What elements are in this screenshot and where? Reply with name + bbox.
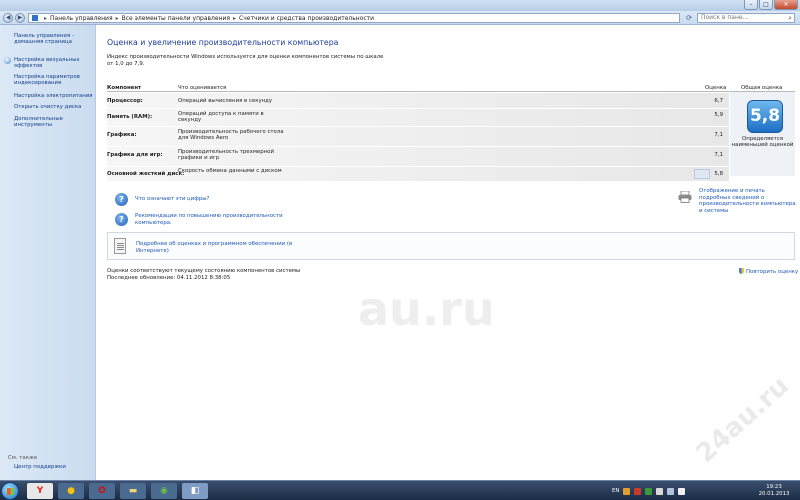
start-button[interactable] [1,482,19,500]
watermark-logo-icon: au.ru [358,282,495,336]
main-content: au.ru Оценка и увеличение производительн… [96,25,800,480]
sidebar-link-power[interactable]: Настройка электропитания [14,93,94,99]
flag-icon[interactable] [678,487,686,495]
sidebar-link-visual-effects[interactable]: Настройка визуальных эффектов [14,57,94,70]
header-score: Оценка [705,85,727,91]
maximize-button[interactable]: □ [759,0,773,10]
back-button[interactable]: ◀ [3,13,13,23]
row-divider [107,126,729,127]
breadcrumb-separator-icon: ▸ [233,14,237,22]
sidebar-link-disk-cleanup[interactable]: Открыть очистку диска [14,104,94,110]
row-what: Производительность трехмерной графики и … [178,149,274,162]
watermark-logo-icon: 24au.ru [690,370,795,470]
see-also-heading: См. также [8,455,38,461]
search-input[interactable] [701,14,783,21]
online-info-link[interactable]: Подробнее об оценках и программном обесп… [136,241,296,254]
header-what: Что оценивается [178,85,227,91]
row-score: 7,1 [714,132,723,138]
rerun-assessment-link[interactable]: Повторить оценку [739,268,798,275]
breadcrumb-separator-icon: ▸ [115,14,119,22]
search-icon: ⌕ [788,14,792,22]
help-question-icon: ? [115,213,128,226]
row-score: 5,9 [714,112,723,118]
row-score: 6,7 [714,98,723,104]
sidebar-link-indexing[interactable]: Настройка параметров индексирования [14,74,94,87]
network-icon[interactable] [656,487,664,495]
overall-note: Определяется наименьшей оценкой [731,136,794,149]
what-numbers-mean-link[interactable]: Что означают эти цифры? [135,196,209,203]
header-component: Компонент [107,85,142,91]
row-what: Операций вычисления в секунду [178,98,273,104]
status-last-update: Последнее обновление: 04.11.2012 8:38:05 [107,275,231,281]
row-component: Основной жесткий диск: [107,171,185,177]
chrome-icon[interactable]: ● [58,483,84,499]
title-bar: – □ ✕ [0,0,800,11]
score-table: Компонент Что оценивается Оценка Общая о… [107,83,795,181]
sidebar-link-action-center[interactable]: Центр поддержки [14,464,94,470]
header-overall: Общая оценка [741,85,783,91]
clock[interactable]: 19:23 20.01.2013 [753,484,795,497]
clock-date: 20.01.2013 [758,490,790,497]
row-what: Производительность рабочего стола для Wi… [178,129,284,142]
breadcrumb-item[interactable]: Счетчики и средства производительности [239,15,374,22]
tray-app-icon[interactable] [623,487,631,495]
tray-app-icon[interactable] [634,487,642,495]
print-details-link[interactable]: Отображение и печать подробных сведений … [699,188,797,214]
breadcrumb-separator-icon: ▸ [44,14,48,22]
close-button[interactable]: ✕ [774,0,798,10]
yandex-browser-icon[interactable]: Y [27,483,53,499]
base-score-badge: 5,8 [747,100,783,133]
row-divider [107,166,729,167]
explorer-icon[interactable]: ▬ [120,483,146,499]
row-score: 7,1 [714,152,723,158]
page-title: Оценка и увеличение производительности к… [107,38,339,47]
sidebar: Панель управления - домашняя страница На… [0,25,96,480]
taskbar: Y ● O ▬ ◉ ◧ EN 19:23 20.01.2013 [0,480,800,500]
address-toolbar: ◀ ▶ ▸ Панель управления ▸ Все элементы п… [0,11,800,25]
row-divider [107,108,729,109]
address-bar[interactable]: ▸ Панель управления ▸ Все элементы панел… [28,13,680,23]
overall-score-panel: 5,8 Определяется наименьшей оценкой [730,92,795,176]
row-divider [107,146,729,147]
shield-icon [4,57,11,64]
row-component: Графика для игр: [107,152,163,158]
system-tray: EN [612,484,752,498]
improve-tips-link[interactable]: Рекомендации по повышению производительн… [135,213,285,226]
control-panel-icon [32,15,38,21]
minimize-button[interactable]: – [744,0,758,10]
breadcrumb-item[interactable]: Панель управления [50,15,113,22]
sidebar-link-advanced-tools[interactable]: Дополнительные инструменты [14,116,94,129]
opera-icon[interactable]: O [89,483,115,499]
rerun-label: Повторить оценку [746,269,799,275]
document-icon [114,238,126,254]
status-block: Оценки соответствуют текущему состоянию … [107,268,300,282]
help-question-icon: ? [115,193,128,206]
online-info-box: Подробнее об оценках и программном обесп… [107,232,795,260]
search-box[interactable]: ⌕ [697,13,795,23]
breadcrumb-item[interactable]: Все элементы панели управления [122,15,230,22]
language-indicator[interactable]: EN [612,488,619,494]
control-panel-icon[interactable]: ◧ [182,483,208,499]
refresh-icon[interactable]: ⟳ [683,13,695,23]
row-what: Скорость обмена данными с диском [178,168,282,174]
intro-text: Индекс производительности Windows исполь… [107,54,384,67]
window-controls: – □ ✕ [743,0,798,10]
row-component: Память (RAM): [107,114,153,120]
row-what: Операций доступа к памяти в секунду [178,111,264,124]
table-header: Компонент Что оценивается Оценка Общая о… [107,83,795,92]
printer-icon [678,191,692,203]
media-icon[interactable]: ◉ [151,483,177,499]
row-component: Процессор: [107,98,143,104]
tray-app-icon[interactable] [645,487,653,495]
sidebar-link-home[interactable]: Панель управления - домашняя страница [14,33,94,46]
status-current: Оценки соответствуют текущему состоянию … [107,268,301,274]
row-score: 5,8 [714,171,723,177]
forward-button[interactable]: ▶ [15,13,25,23]
volume-icon[interactable] [667,487,675,495]
row-component: Графика: [107,132,137,138]
shield-icon [739,268,744,274]
